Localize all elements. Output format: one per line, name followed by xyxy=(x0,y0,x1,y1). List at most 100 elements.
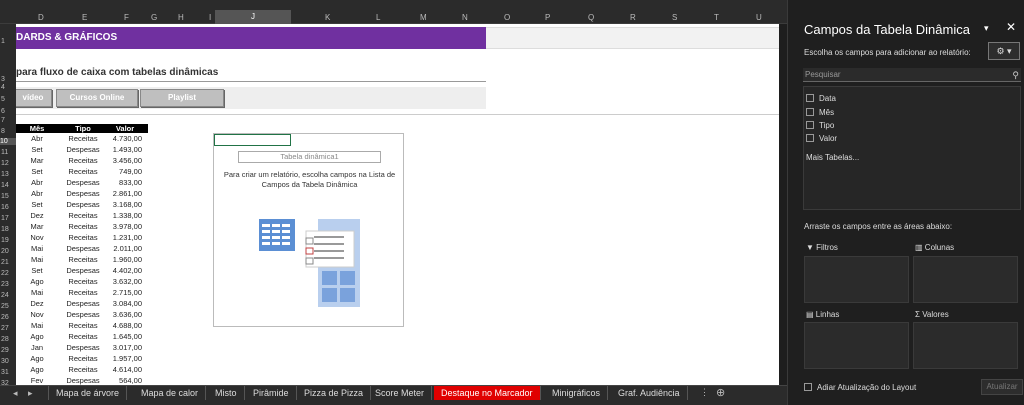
col-header-n[interactable]: N xyxy=(462,13,468,22)
cell-valor[interactable]: 1.231,00 xyxy=(108,232,148,243)
worksheet[interactable]: DARDS & GRÁFICOS para fluxo de caixa com… xyxy=(16,24,779,385)
tab-misto[interactable]: Misto xyxy=(208,386,245,400)
cell-mes[interactable]: Dez xyxy=(16,298,58,309)
field-data[interactable]: Data xyxy=(806,93,836,105)
field-mes[interactable]: Mês xyxy=(806,107,834,119)
cell-tipo[interactable]: Receitas xyxy=(58,276,108,287)
cell-valor[interactable]: 4.688,00 xyxy=(108,320,148,331)
cell-valor[interactable]: 749,00 xyxy=(108,166,148,177)
cell-valor[interactable]: 564,00 xyxy=(108,375,148,385)
close-icon[interactable]: ✕ xyxy=(1006,20,1016,34)
row-header[interactable]: 27 xyxy=(1,325,9,332)
row-header[interactable]: 31 xyxy=(1,369,9,376)
row-header[interactable]: 13 xyxy=(1,171,9,178)
cell-mes[interactable]: Ago xyxy=(16,353,58,364)
row-header[interactable]: 7 xyxy=(1,117,5,124)
row-header[interactable]: 20 xyxy=(1,248,9,255)
checkbox[interactable] xyxy=(806,108,814,116)
tab-pizza-de-pizza[interactable]: Pizza de Pizza xyxy=(297,386,372,400)
tab-more-icon[interactable]: ⋮ xyxy=(700,387,709,398)
row-header[interactable]: 8 xyxy=(1,128,5,135)
cell-tipo[interactable]: Despesas xyxy=(58,342,108,353)
cell-valor[interactable]: 1.960,00 xyxy=(108,254,148,265)
cell-valor[interactable]: 3.084,00 xyxy=(108,298,148,309)
col-header-q[interactable]: Q xyxy=(588,13,594,22)
col-header-d[interactable]: D xyxy=(38,13,44,22)
cell-tipo[interactable]: Receitas xyxy=(58,166,108,177)
cell-mes[interactable]: Nov xyxy=(16,309,58,320)
search-input[interactable]: Pesquisar ⚲ xyxy=(803,68,1021,82)
cell-valor[interactable]: 4.614,00 xyxy=(108,364,148,375)
col-header-m[interactable]: M xyxy=(420,13,427,22)
row-header[interactable]: 11 xyxy=(1,149,8,156)
row-header[interactable]: 16 xyxy=(1,204,9,211)
cell-valor[interactable]: 3.636,00 xyxy=(108,309,148,320)
cell-mes[interactable]: Set xyxy=(16,265,58,276)
row-header[interactable]: 29 xyxy=(1,347,9,354)
defer-layout-update[interactable]: Adiar Atualização do Layout xyxy=(804,383,916,392)
col-header-tipo[interactable]: Tipo xyxy=(58,124,108,133)
col-header-e[interactable]: E xyxy=(82,13,87,22)
pivot-table-placeholder[interactable]: Tabela dinâmica1 Para criar um relatório… xyxy=(213,133,404,327)
col-header-u[interactable]: U xyxy=(756,13,762,22)
checkbox[interactable] xyxy=(806,121,814,129)
search-icon[interactable]: ⚲ xyxy=(1012,68,1019,82)
row-header[interactable]: 6 xyxy=(1,108,5,115)
cell-valor[interactable]: 1.957,00 xyxy=(108,353,148,364)
cell-mes[interactable]: Ago xyxy=(16,276,58,287)
gear-icon[interactable]: ⚙ ▾ xyxy=(988,42,1020,60)
cell-tipo[interactable]: Receitas xyxy=(58,353,108,364)
playlist-button[interactable]: Playlist xyxy=(140,89,224,107)
row-header[interactable]: 18 xyxy=(1,226,9,233)
video-button[interactable]: vídeo xyxy=(16,89,52,107)
cursos-online-button[interactable]: Cursos Online xyxy=(56,89,138,107)
cell-mes[interactable]: Mai xyxy=(16,320,58,331)
row-header[interactable]: 21 xyxy=(1,259,9,266)
checkbox[interactable] xyxy=(806,134,814,142)
col-header-s[interactable]: S xyxy=(672,13,677,22)
tab-graf-audiencia[interactable]: Graf. Audiência xyxy=(611,386,688,400)
cell-tipo[interactable]: Receitas xyxy=(58,287,108,298)
cell-tipo[interactable]: Receitas xyxy=(58,210,108,221)
row-header[interactable]: 5 xyxy=(1,96,5,103)
cell-tipo[interactable]: Despesas xyxy=(58,177,108,188)
cell-valor[interactable]: 3.456,00 xyxy=(108,155,148,166)
cell-mes[interactable]: Jan xyxy=(16,342,58,353)
checkbox[interactable] xyxy=(804,383,812,391)
update-button[interactable]: Atualizar xyxy=(981,379,1023,395)
more-tables-link[interactable]: Mais Tabelas... xyxy=(806,153,859,162)
cell-mes[interactable]: Mai xyxy=(16,243,58,254)
cell-mes[interactable]: Dez xyxy=(16,210,58,221)
cell-valor[interactable]: 1.493,00 xyxy=(108,144,148,155)
tab-piramide[interactable]: Pirâmide xyxy=(246,386,297,400)
row-header[interactable]: 28 xyxy=(1,336,9,343)
columns-area[interactable] xyxy=(913,256,1018,303)
cell-valor[interactable]: 3.168,00 xyxy=(108,199,148,210)
row-header-selected[interactable]: 10 xyxy=(0,138,16,145)
row-header[interactable]: 22 xyxy=(1,270,9,277)
col-header-p[interactable]: P xyxy=(545,13,550,22)
col-header-l[interactable]: L xyxy=(376,13,380,22)
values-area[interactable] xyxy=(913,322,1018,369)
cell-tipo[interactable]: Receitas xyxy=(58,155,108,166)
cell-mes[interactable]: Set xyxy=(16,144,58,155)
cell-mes[interactable]: Mar xyxy=(16,221,58,232)
cell-tipo[interactable]: Receitas xyxy=(58,320,108,331)
tab-scroll-left-icon[interactable]: ◂ xyxy=(13,388,18,399)
checkbox[interactable] xyxy=(806,94,814,102)
cell-valor[interactable]: 1.645,00 xyxy=(108,331,148,342)
col-header-g[interactable]: G xyxy=(151,13,157,22)
pane-options-caret-icon[interactable]: ▾ xyxy=(984,23,989,34)
cell-valor[interactable]: 2.861,00 xyxy=(108,188,148,199)
rows-area[interactable] xyxy=(804,322,909,369)
cell-mes[interactable]: Mar xyxy=(16,155,58,166)
cell-valor[interactable]: 2.011,00 xyxy=(108,243,148,254)
cell-mes[interactable]: Nov xyxy=(16,232,58,243)
cell-tipo[interactable]: Despesas xyxy=(58,243,108,254)
cell-valor[interactable]: 4.730,00 xyxy=(108,133,148,144)
cell-tipo[interactable]: Receitas xyxy=(58,221,108,232)
cell-tipo[interactable]: Despesas xyxy=(58,298,108,309)
cell-tipo[interactable]: Despesas xyxy=(58,199,108,210)
cell-tipo[interactable]: Receitas xyxy=(58,364,108,375)
row-header[interactable]: 26 xyxy=(1,314,9,321)
